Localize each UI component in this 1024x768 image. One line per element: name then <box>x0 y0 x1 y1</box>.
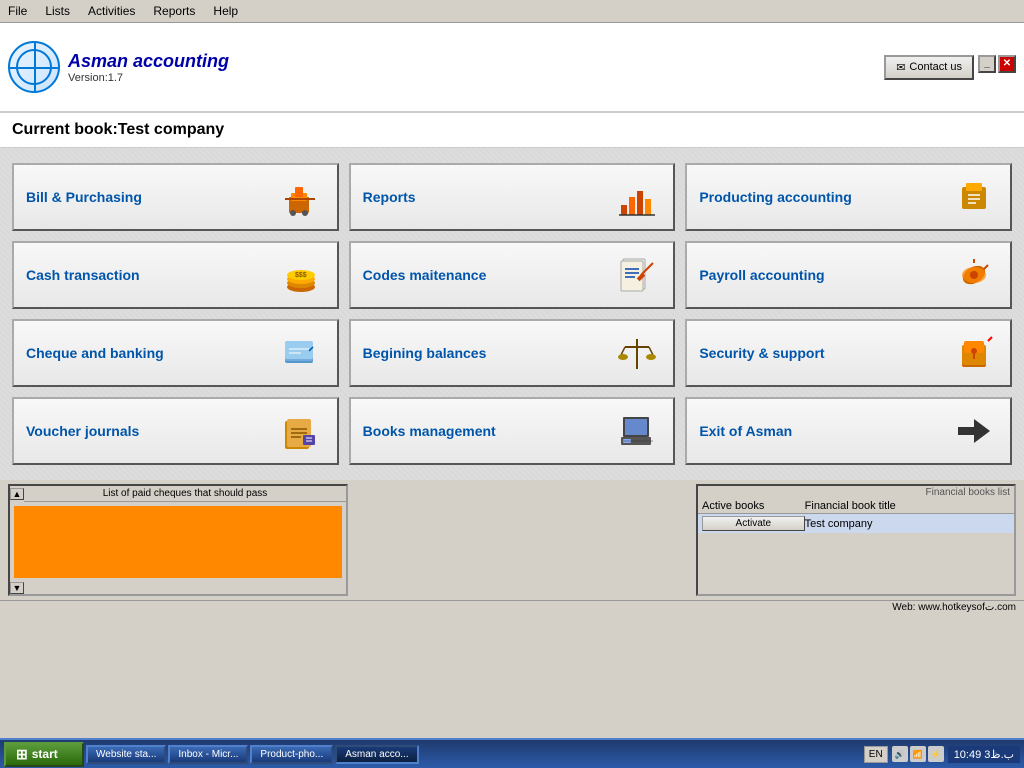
voucher-journals-button[interactable]: Voucher journals <box>12 397 339 465</box>
col-active-books: Active books <box>702 500 805 512</box>
voucher-label: Voucher journals <box>26 423 139 439</box>
taskbar: ⊞ start Website sta... Inbox - Micr... P… <box>0 738 1024 768</box>
taskbar-right: EN 🔊 📶 ⚡ 10:49 ب.ظ3 <box>864 746 1020 763</box>
taskbar-item-1[interactable]: Inbox - Micr... <box>168 745 248 764</box>
tray-icons: 🔊 📶 ⚡ <box>892 746 944 762</box>
logo-area: Asman accounting Version:1.7 <box>8 41 229 93</box>
status-bar: Web: www.hotkeysofت.com <box>0 600 1024 614</box>
orange-content <box>14 506 342 578</box>
menu-lists[interactable]: Lists <box>41 2 74 20</box>
exit-asman-button[interactable]: Exit of Asman <box>685 397 1012 465</box>
menu-help[interactable]: Help <box>209 2 242 20</box>
books-label: Books management <box>363 423 496 439</box>
fin-empty-space <box>698 533 1014 594</box>
version-label: Version:1.7 <box>68 72 229 84</box>
bottom-area: ▲ List of paid cheques that should pass … <box>0 480 1024 600</box>
menubar: File Lists Activities Reports Help <box>0 0 1024 23</box>
middle-spacer <box>356 484 688 596</box>
producting-accounting-button[interactable]: Producting accounting <box>685 163 1012 231</box>
balances-icon <box>613 329 661 377</box>
logo-box: Asman accounting Version:1.7 <box>8 41 229 93</box>
time-display: 10:49 ب.ظ3 <box>948 746 1020 763</box>
scroll-up-left[interactable]: ▲ <box>10 488 24 500</box>
tray-icon-1: 🔊 <box>892 746 908 762</box>
current-book-label: Current book:Test company <box>0 113 1024 148</box>
cheque-label: Cheque and banking <box>26 345 164 361</box>
menu-activities[interactable]: Activities <box>84 2 139 20</box>
security-icon <box>950 329 998 377</box>
website-url: Web: www.hotkeysofت.com <box>892 602 1016 613</box>
financial-books-title: Financial books list <box>698 486 1014 499</box>
logo-text-area: Asman accounting Version:1.7 <box>68 51 229 84</box>
books-icon <box>613 407 661 455</box>
menu-file[interactable]: File <box>4 2 31 20</box>
producting-icon <box>950 173 998 221</box>
bill-purchasing-icon <box>277 173 325 221</box>
codes-label: Codes maitenance <box>363 267 487 283</box>
taskbar-item-0[interactable]: Website sta... <box>86 745 166 764</box>
producting-label: Producting accounting <box>699 189 851 205</box>
language-button[interactable]: EN <box>864 746 888 763</box>
bill-purchasing-button[interactable]: Bill & Purchasing <box>12 163 339 231</box>
payroll-label: Payroll accounting <box>699 267 824 283</box>
payroll-icon <box>950 251 998 299</box>
header-right: ✉ Contact us _ ✕ <box>884 55 1016 80</box>
svg-text:$$$: $$$ <box>295 272 307 279</box>
tray-icon-3: ⚡ <box>928 746 944 762</box>
security-label: Security & support <box>699 345 824 361</box>
exit-icon <box>950 407 998 455</box>
cheques-panel: ▲ List of paid cheques that should pass … <box>8 484 348 596</box>
logo-globe <box>8 41 60 93</box>
fin-table-row: Activate Test company <box>698 514 1014 533</box>
fin-table-header: Active books Financial book title <box>698 499 1014 514</box>
taskbar-item-2[interactable]: Product-pho... <box>250 745 333 764</box>
voucher-icon <box>277 407 325 455</box>
app-name: Asman accounting <box>68 51 229 72</box>
cash-transaction-button[interactable]: Cash transaction $$$ <box>12 241 339 309</box>
main-content: Bill & Purchasing Reports <box>0 148 1024 480</box>
cheques-panel-title: List of paid cheques that should pass <box>24 486 346 502</box>
book-title-cell: Test company <box>805 518 1010 530</box>
exit-label: Exit of Asman <box>699 423 792 439</box>
close-button[interactable]: ✕ <box>998 55 1016 73</box>
logo-arc <box>16 49 52 85</box>
module-grid: Bill & Purchasing Reports <box>12 163 1012 465</box>
reports-icon <box>613 173 661 221</box>
contact-label: Contact us <box>909 61 962 73</box>
payroll-accounting-button[interactable]: Payroll accounting <box>685 241 1012 309</box>
email-icon: ✉ <box>896 61 905 74</box>
menu-reports[interactable]: Reports <box>149 2 199 20</box>
bill-purchasing-label: Bill & Purchasing <box>26 189 142 205</box>
activate-button[interactable]: Activate <box>702 516 805 531</box>
cash-label: Cash transaction <box>26 267 140 283</box>
security-support-button[interactable]: Security & support <box>685 319 1012 387</box>
financial-books-panel: Financial books list Active books Financ… <box>696 484 1016 596</box>
scroll-down-left[interactable]: ▼ <box>10 582 24 594</box>
books-management-button[interactable]: Books management <box>349 397 676 465</box>
codes-maitenance-button[interactable]: Codes maitenance <box>349 241 676 309</box>
reports-button[interactable]: Reports <box>349 163 676 231</box>
cheque-banking-button[interactable]: Cheque and banking <box>12 319 339 387</box>
cheque-icon <box>277 329 325 377</box>
header: Asman accounting Version:1.7 ✉ Contact u… <box>0 23 1024 113</box>
tray-icon-2: 📶 <box>910 746 926 762</box>
minimize-button[interactable]: _ <box>978 55 996 73</box>
reports-label: Reports <box>363 189 416 205</box>
start-label: start <box>32 747 58 761</box>
taskbar-item-3[interactable]: Asman acco... <box>335 745 418 764</box>
begining-balances-button[interactable]: Begining balances <box>349 319 676 387</box>
windows-icon: ⊞ <box>16 746 28 763</box>
balances-label: Begining balances <box>363 345 487 361</box>
codes-icon <box>613 251 661 299</box>
start-button[interactable]: ⊞ start <box>4 742 84 767</box>
col-book-title: Financial book title <box>805 500 1010 512</box>
contact-button[interactable]: ✉ Contact us <box>884 55 974 80</box>
cash-icon: $$$ <box>277 251 325 299</box>
win-controls: _ ✕ <box>978 55 1016 73</box>
